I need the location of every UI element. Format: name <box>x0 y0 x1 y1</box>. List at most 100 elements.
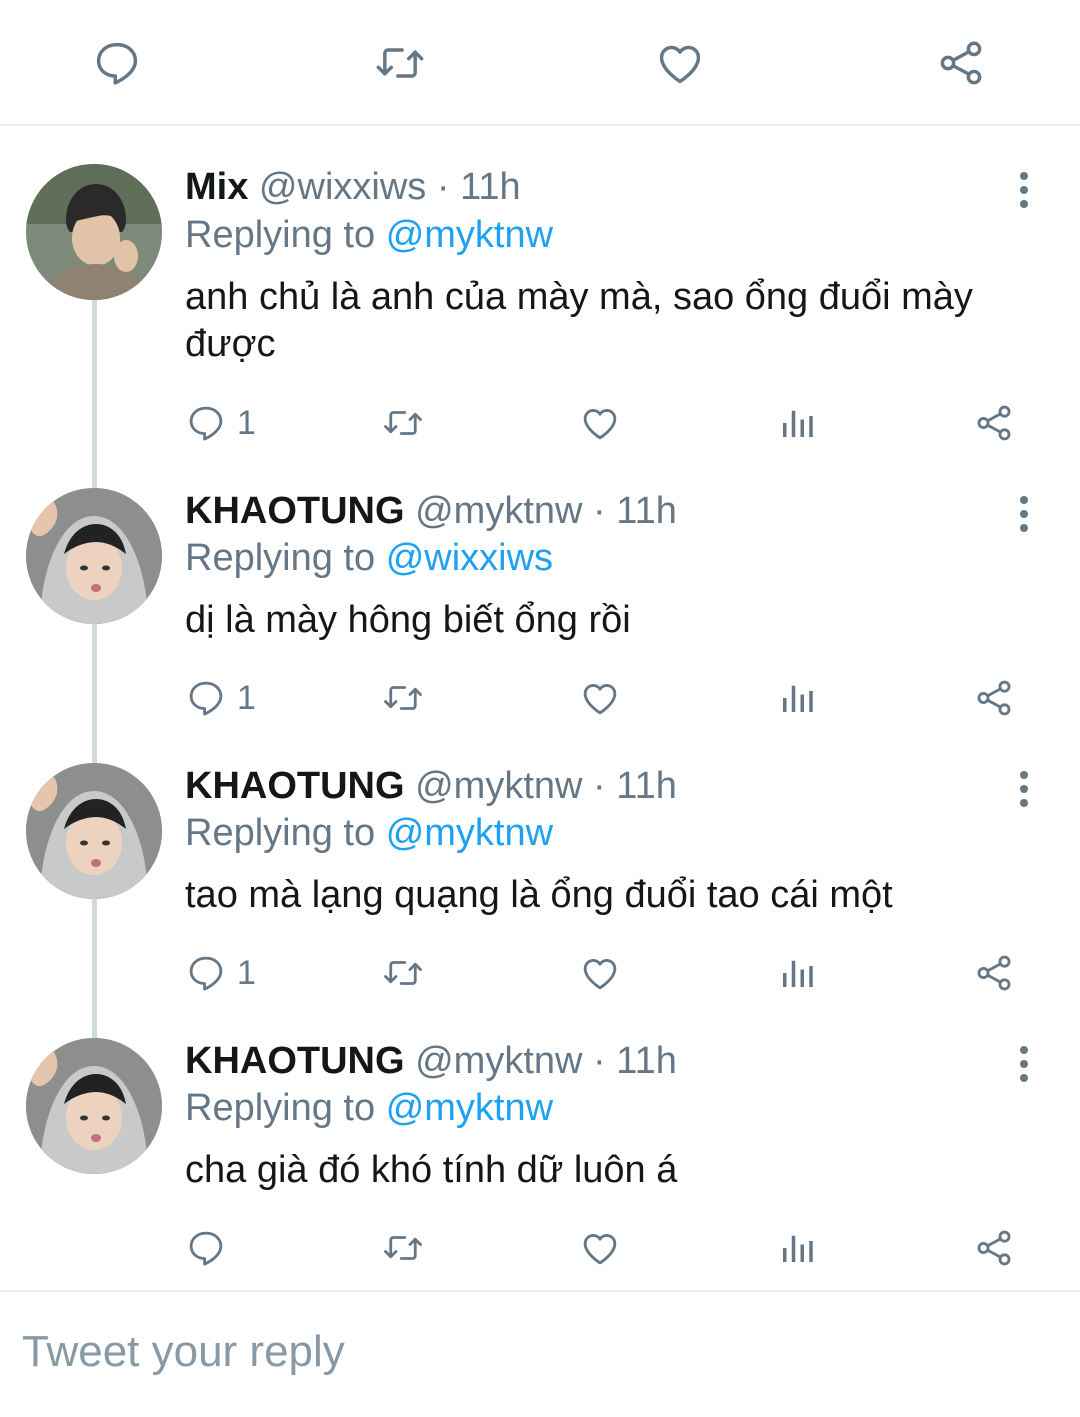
share-button[interactable] <box>973 398 1015 448</box>
share-button[interactable] <box>973 948 1015 998</box>
timestamp[interactable]: 11h <box>616 765 677 807</box>
tweet[interactable]: KHAOTUNG @myktnw · 11h Replying to @wixx… <box>0 468 1080 743</box>
replying-to: Replying to @wixxiws <box>185 535 553 581</box>
reply-button[interactable]: 1 <box>185 398 256 448</box>
avatar[interactable] <box>26 763 162 899</box>
tweet-header: KHAOTUNG @myktnw · 11h <box>185 1038 677 1084</box>
more-options-icon[interactable] <box>1012 769 1036 809</box>
like-button[interactable] <box>579 1223 621 1273</box>
timestamp[interactable]: 11h <box>616 1040 677 1082</box>
retweet-icon[interactable] <box>373 36 427 90</box>
author-name[interactable]: KHAOTUNG <box>185 490 405 532</box>
avatar[interactable] <box>26 488 162 624</box>
share-icon <box>977 1230 1011 1266</box>
replying-label: Replying to <box>185 812 376 854</box>
analytics-icon <box>783 685 813 712</box>
author-name[interactable]: KHAOTUNG <box>185 1040 405 1082</box>
tweet-actions: 1 <box>185 673 1035 723</box>
tweet[interactable]: KHAOTUNG @myktnw · 11h Replying to @mykt… <box>0 743 1080 1018</box>
more-options-icon[interactable] <box>1012 170 1036 210</box>
more-options-icon[interactable] <box>1012 494 1036 534</box>
reply-button[interactable] <box>185 1223 237 1273</box>
replying-label: Replying to <box>185 214 376 256</box>
author-handle[interactable]: @wixxiws <box>259 166 426 208</box>
retweet-button[interactable] <box>382 673 424 723</box>
heart-icon <box>583 409 617 440</box>
tweet-actions: 1 <box>185 398 1035 448</box>
tweet-header: KHAOTUNG @myktnw · 11h <box>185 763 677 809</box>
author-handle[interactable]: @myktnw <box>415 490 582 532</box>
separator: · <box>593 1040 606 1082</box>
reply-input[interactable] <box>22 1322 1022 1382</box>
comment-icon <box>189 1231 223 1266</box>
share-button[interactable] <box>973 673 1015 723</box>
analytics-icon <box>783 410 813 437</box>
tweet-header: Mix @wixxiws · 11h <box>185 164 521 210</box>
share-icon <box>977 405 1011 441</box>
replying-handle[interactable]: @myktnw <box>386 812 553 854</box>
heart-icon <box>583 959 617 990</box>
reply-count: 1 <box>237 678 256 717</box>
retweet-icon <box>384 961 422 985</box>
avatar[interactable] <box>26 164 162 300</box>
timestamp[interactable]: 11h <box>460 166 521 208</box>
replying-label: Replying to <box>185 1087 376 1129</box>
tweet[interactable]: KHAOTUNG @myktnw · 11h Replying to @mykt… <box>0 1018 1080 1288</box>
replying-to: Replying to @myktnw <box>185 810 553 856</box>
retweet-icon <box>384 686 422 710</box>
share-icon <box>977 955 1011 991</box>
retweet-icon <box>384 1236 422 1260</box>
share-icon[interactable] <box>934 36 988 90</box>
share-button[interactable] <box>973 1223 1015 1273</box>
author-handle[interactable]: @myktnw <box>415 1040 582 1082</box>
analytics-icon <box>783 1235 813 1262</box>
author-name[interactable]: KHAOTUNG <box>185 765 405 807</box>
retweet-icon <box>384 411 422 435</box>
separator: · <box>593 765 606 807</box>
avatar[interactable] <box>26 1038 162 1174</box>
retweet-button[interactable] <box>382 948 424 998</box>
author-handle[interactable]: @myktnw <box>415 765 582 807</box>
heart-icon <box>583 684 617 715</box>
separator: · <box>436 166 450 208</box>
comment-icon[interactable] <box>90 36 144 90</box>
heart-icon <box>583 1234 617 1265</box>
tweet-text: cha già đó khó tính dữ luôn á <box>185 1149 678 1191</box>
analytics-button[interactable] <box>776 1223 818 1273</box>
tweet-header: KHAOTUNG @myktnw · 11h <box>185 488 677 534</box>
like-button[interactable] <box>579 398 621 448</box>
tweet-text: dị là mày hông biết ổng rồi <box>185 599 631 641</box>
comment-icon <box>189 956 223 991</box>
top-action-bar <box>0 0 1080 126</box>
analytics-icon <box>783 960 813 987</box>
reply-button[interactable]: 1 <box>185 948 256 998</box>
comment-icon <box>189 406 223 441</box>
like-button[interactable] <box>579 948 621 998</box>
replying-label: Replying to <box>185 537 376 579</box>
tweet-text: tao mà lạng quạng là ổng đuổi tao cái mộ… <box>185 874 893 916</box>
replying-handle[interactable]: @myktnw <box>386 214 553 256</box>
author-name[interactable]: Mix <box>185 166 248 208</box>
replying-handle[interactable]: @wixxiws <box>386 537 553 579</box>
replying-to: Replying to @myktnw <box>185 1085 553 1131</box>
tweet-text: anh chủ là anh của mày mà, sao ổng đuổi … <box>185 276 973 365</box>
replying-handle[interactable]: @myktnw <box>386 1087 553 1129</box>
reply-count: 1 <box>237 403 256 442</box>
analytics-button[interactable] <box>776 398 818 448</box>
heart-icon[interactable] <box>653 36 707 90</box>
retweet-button[interactable] <box>382 398 424 448</box>
analytics-button[interactable] <box>776 673 818 723</box>
more-options-icon[interactable] <box>1012 1044 1036 1084</box>
tweet-actions: 1 <box>185 948 1035 998</box>
timestamp[interactable]: 11h <box>616 490 677 532</box>
analytics-button[interactable] <box>776 948 818 998</box>
share-icon <box>977 680 1011 716</box>
reply-count: 1 <box>237 953 256 992</box>
tweet[interactable]: Mix @wixxiws · 11h Replying to @myktnw a… <box>0 128 1080 468</box>
comment-icon <box>189 681 223 716</box>
tweet-actions <box>185 1223 1035 1273</box>
like-button[interactable] <box>579 673 621 723</box>
separator: · <box>593 490 606 532</box>
retweet-button[interactable] <box>382 1223 424 1273</box>
reply-button[interactable]: 1 <box>185 673 256 723</box>
